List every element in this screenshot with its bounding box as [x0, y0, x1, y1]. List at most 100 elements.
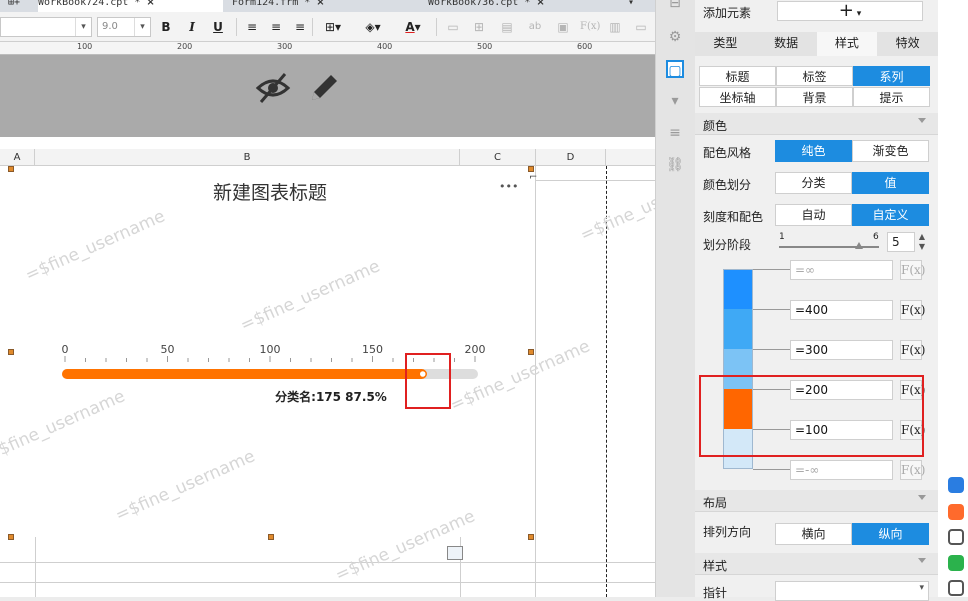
border-icon[interactable]: ⊞▾ — [318, 19, 348, 35]
chart-title[interactable]: 新建图表标题 — [0, 178, 540, 205]
style-section-header[interactable]: 样式 — [695, 553, 938, 575]
link-icon[interactable]: ⛓ — [666, 156, 684, 174]
formula-button[interactable]: F(x) — [900, 300, 925, 320]
subtab-axis[interactable]: 坐标轴 — [699, 87, 776, 107]
option-gradient[interactable]: 渐变色 — [852, 140, 929, 162]
pencil-icon[interactable] — [306, 70, 342, 106]
stages-slider-track[interactable] — [779, 246, 879, 248]
subtab-label[interactable]: 标签 — [776, 66, 853, 86]
tab-effects[interactable]: 特效 — [877, 32, 938, 56]
chart-icon[interactable]: ▥ — [606, 19, 624, 35]
merge-cells-icon[interactable]: ▭ — [444, 19, 462, 35]
close-icon[interactable]: × — [536, 0, 544, 8]
chat-icon[interactable] — [948, 555, 964, 571]
stages-label: 划分阶段 — [703, 238, 752, 252]
desktop-edge-strip — [938, 0, 968, 597]
bold-button[interactable]: B — [158, 19, 174, 35]
cell-attribute-icon[interactable]: ⚙ — [666, 28, 684, 46]
tab-workbook724[interactable]: WorkBook724.cpt * × — [38, 0, 223, 12]
table-icon[interactable]: ⊞ — [470, 19, 488, 35]
tab-label: WorkBook724.cpt * — [38, 0, 141, 8]
document-tab-bar: ⊞+ WorkBook724.cpt * × Form124.frm * × Wor… — [0, 0, 655, 12]
stages-slider-thumb[interactable] — [855, 242, 863, 249]
resize-handle[interactable] — [8, 166, 14, 172]
close-icon[interactable]: × — [146, 0, 154, 8]
formula-button: F(x) — [900, 260, 925, 280]
report-canvas[interactable]: ⌐ =$fine_username =$fine_username =$fine… — [0, 166, 723, 597]
fill-color-icon[interactable]: ◈▾ — [358, 19, 388, 35]
column-header-a[interactable]: A — [0, 149, 35, 166]
direction-toggle: 横向 纵向 — [775, 523, 929, 545]
condition-icon[interactable]: ≡ — [666, 124, 684, 142]
resize-handle[interactable] — [8, 534, 14, 540]
underline-button[interactable]: U — [210, 19, 226, 35]
option-custom[interactable]: 自定义 — [852, 204, 929, 226]
stage-value-input[interactable]: =400 — [790, 300, 893, 320]
resize-handle[interactable] — [268, 534, 274, 540]
option-solid[interactable]: 纯色 — [775, 140, 852, 162]
paste-icon[interactable]: ▣ — [554, 19, 572, 35]
column-header-d[interactable]: D — [536, 149, 606, 166]
tab-workbook736[interactable]: WorkBook736.cpt * × — [428, 0, 613, 12]
filter-icon[interactable]: ▾ — [666, 92, 684, 110]
option-auto[interactable]: 自动 — [775, 204, 852, 226]
close-icon[interactable]: × — [316, 0, 324, 8]
app-icon[interactable] — [948, 477, 964, 493]
add-element-button[interactable]: + ▾ — [777, 1, 923, 21]
eye-off-icon[interactable] — [255, 70, 291, 106]
option-category[interactable]: 分类 — [775, 172, 852, 194]
text-cell-icon[interactable]: ▤ — [498, 19, 516, 35]
font-color-icon: A — [405, 20, 415, 34]
resize-handle[interactable] — [528, 166, 534, 172]
color-section-header[interactable]: 颜色 — [695, 113, 938, 135]
font-color-button[interactable]: A▾ — [398, 19, 428, 35]
widget-settings-icon[interactable]: ▢ — [666, 60, 684, 79]
section-title: 样式 — [703, 559, 728, 573]
option-vertical[interactable]: 纵向 — [852, 523, 929, 545]
font-family-select[interactable]: ▾ — [0, 17, 92, 37]
subtab-title[interactable]: 标题 — [699, 66, 776, 86]
align-right-icon[interactable]: ≡ — [292, 19, 308, 35]
ruler-mark: 600 — [577, 42, 593, 51]
tab-style[interactable]: 样式 — [816, 32, 878, 56]
window-icon[interactable] — [948, 529, 964, 545]
grid-line — [535, 180, 655, 181]
tab-data[interactable]: 数据 — [755, 32, 817, 56]
new-tab-button[interactable]: ⊞+ — [8, 0, 20, 12]
image-icon[interactable]: ▭ — [632, 19, 650, 35]
italic-button[interactable]: I — [184, 19, 200, 35]
calendar-icon[interactable] — [447, 546, 463, 560]
option-value[interactable]: 值 — [852, 172, 929, 194]
color-division-toggle: 分类 值 — [775, 172, 929, 194]
resize-handle[interactable] — [528, 534, 534, 540]
color-style-toggle: 纯色 渐变色 — [775, 140, 929, 162]
tab-menu-icon[interactable]: ▾ — [628, 0, 634, 12]
layout-section-header[interactable]: 布局 — [695, 490, 938, 512]
subtab-series[interactable]: 系列 — [853, 66, 930, 86]
window-icon[interactable] — [948, 580, 964, 596]
subtab-background[interactable]: 背景 — [776, 87, 853, 107]
stages-spinner-arrows[interactable]: ▲ ▼ — [916, 232, 928, 252]
formula-icon[interactable]: F(x) — [580, 19, 600, 35]
collapse-icon — [918, 118, 926, 123]
column-header-b[interactable]: B — [35, 149, 460, 166]
app-icon[interactable] — [948, 504, 964, 520]
option-horizontal[interactable]: 横向 — [775, 523, 852, 545]
pointer-select[interactable]: ▾ — [775, 581, 929, 601]
formula-button[interactable]: F(x) — [900, 340, 925, 360]
sub-tab-row-1: 标题 标签 系列 — [699, 66, 930, 86]
stages-spinner-input[interactable]: 5 — [887, 232, 915, 252]
column-header-c[interactable]: C — [460, 149, 536, 166]
stage-value-input[interactable]: =300 — [790, 340, 893, 360]
subtab-tooltip[interactable]: 提示 — [853, 87, 930, 107]
align-center-icon[interactable]: ≡ — [268, 19, 284, 35]
color-division-label: 颜色划分 — [703, 178, 752, 192]
tab-form124[interactable]: Form124.frm * × — [232, 0, 417, 12]
align-left-icon[interactable]: ≡ — [244, 19, 260, 35]
more-options-icon[interactable]: ••• — [499, 180, 518, 193]
chevron-down-icon: ▾ — [75, 18, 91, 36]
tab-type[interactable]: 类型 — [695, 32, 756, 56]
text-icon[interactable]: ab — [526, 19, 544, 35]
cell-element-icon[interactable]: ⊟ — [666, 0, 684, 12]
font-size-select[interactable]: 9.0 ▾ — [97, 17, 151, 37]
